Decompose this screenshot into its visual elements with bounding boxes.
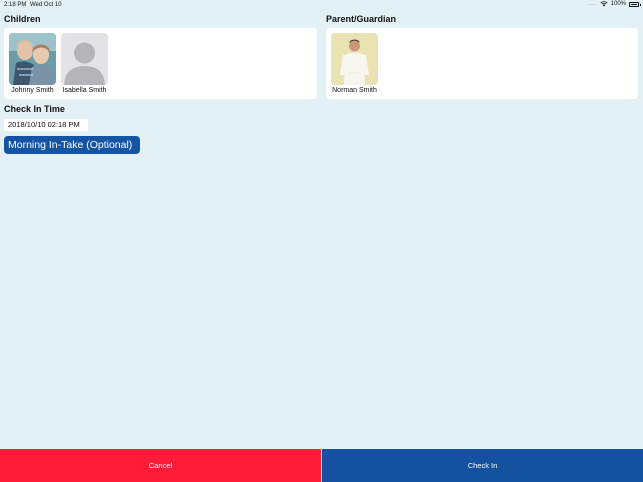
child-name: Johnny Smith bbox=[11, 87, 54, 94]
child-photo bbox=[9, 33, 56, 85]
guardian-name: Norman Smith bbox=[332, 87, 377, 94]
guardian-card-norman[interactable]: Norman Smith bbox=[331, 33, 378, 94]
guardian-title: Parent/Guardian bbox=[326, 14, 397, 24]
cancel-button[interactable]: Cancel bbox=[0, 449, 321, 482]
morning-intake-button[interactable]: Morning In-Take (Optional) bbox=[4, 136, 140, 154]
default-avatar-icon bbox=[61, 33, 108, 85]
wifi-icon bbox=[600, 1, 608, 7]
status-time: 2:18 PM bbox=[4, 2, 27, 8]
check-in-time-field[interactable]: 2018/10/10 02:18 PM bbox=[4, 119, 88, 131]
children-title: Children bbox=[4, 14, 41, 24]
battery-icon bbox=[629, 1, 641, 7]
check-in-button[interactable]: Check In bbox=[322, 449, 643, 482]
child-card-isabella[interactable]: Isabella Smith bbox=[61, 33, 108, 94]
status-date: Wed Oct 10 bbox=[30, 2, 62, 8]
signal-dots: .... bbox=[587, 1, 597, 7]
child-name: Isabella Smith bbox=[62, 87, 107, 94]
child-card-johnny[interactable]: Johnny Smith bbox=[9, 33, 56, 94]
guardian-panel: Norman Smith bbox=[326, 28, 638, 99]
check-in-time-title: Check In Time bbox=[4, 104, 65, 114]
status-indicators: .... 100% bbox=[587, 1, 641, 7]
guardian-photo bbox=[331, 33, 378, 85]
status-bar: 2:18 PM Wed Oct 10 .... 100% bbox=[0, 0, 643, 10]
battery-percent: 100% bbox=[610, 1, 626, 7]
children-panel: Johnny Smith Isabella Smith bbox=[4, 28, 317, 99]
